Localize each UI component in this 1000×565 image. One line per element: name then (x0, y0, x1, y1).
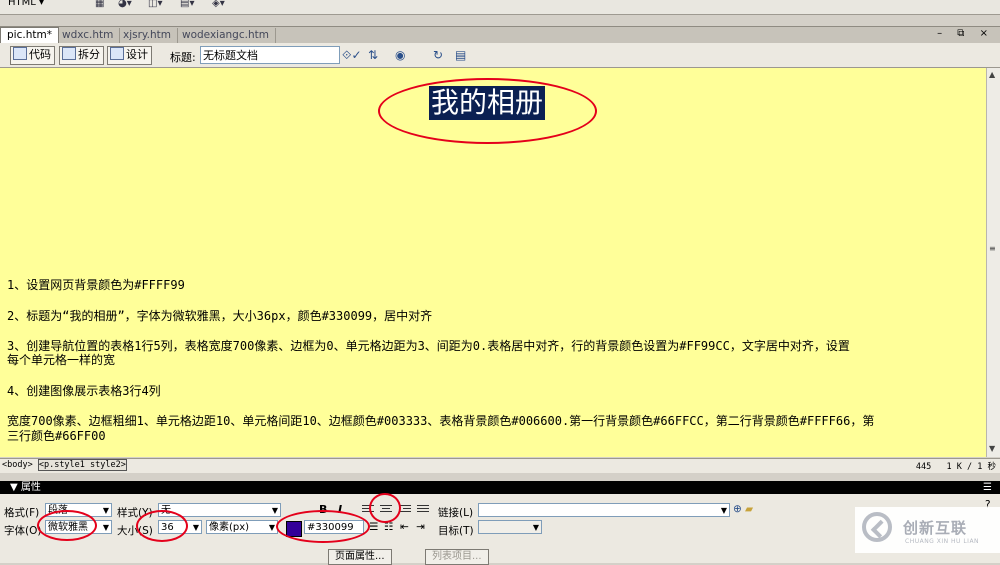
table-icon[interactable]: ▦ (95, 0, 104, 9)
outdent-icon[interactable]: ⇤ (400, 521, 409, 533)
ordered-list-icon[interactable]: ☷ (384, 521, 393, 533)
chevron-down-icon: ▼ (532, 523, 539, 532)
chevron-down-icon: ▼ (268, 523, 275, 532)
target-label: 目标(T) (438, 525, 474, 537)
instruction-line-1: 1、设置网页背景颜色为#FFFF99 (7, 278, 185, 292)
scroll-grip-icon[interactable]: ≡ (989, 244, 996, 253)
split-view-button[interactable]: 拆分 (59, 46, 104, 65)
properties-panel-header[interactable]: ▼ 属性 ☰ (0, 481, 1000, 494)
watermark: 创新互联 CHUANG XIN HU LIAN (855, 507, 1000, 553)
instruction-line-2: 2、标题为“我的相册”，字体为微软雅黑，大小36px，颜色#330099，居中对… (7, 309, 433, 323)
tab-wdxc[interactable]: wdxc.htm (56, 28, 121, 43)
color-value: #330099 (307, 522, 354, 533)
chevron-down-icon: ▼ (192, 523, 199, 532)
watermark-logo-icon (862, 512, 892, 542)
properties-title: ▼ 属性 (10, 482, 41, 493)
code-view-icon (13, 47, 27, 60)
instruction-line-5: 宽度700像素、边框粗细1、单元格边距10、单元格间距10、边框颜色#00333… (7, 414, 875, 428)
insert-icon[interactable]: ◕▾ (118, 0, 132, 9)
size-value: 36 (161, 522, 174, 533)
design-view-label: 设计 (126, 48, 148, 61)
page-heading[interactable]: 我的相册 (429, 86, 546, 120)
layout-icon[interactable]: ◫▾ (148, 0, 162, 9)
tab-pic[interactable]: pic.htm* (0, 27, 59, 43)
watermark-text: 创新互联 (903, 519, 968, 537)
file-transfer-icon[interactable]: ⇅ (368, 48, 378, 62)
style-select[interactable]: 无 ▼ (158, 503, 281, 517)
point-to-file-icon[interactable]: ⊕ (733, 503, 742, 515)
browser-preview-icon[interactable]: ◉ (395, 48, 405, 62)
align-right-icon[interactable] (399, 505, 411, 515)
font-value: 微软雅黑 (48, 522, 88, 533)
instruction-line-4: 4、创建图像展示表格3行4列 (7, 384, 161, 398)
status-bar: <body> <p.style1 style2> 445 1 K / 1 秒 (0, 458, 1000, 473)
chevron-down-icon: ▼ (102, 506, 109, 515)
color-input[interactable]: #330099 (304, 520, 364, 534)
design-view-icon (110, 47, 124, 60)
split-view-icon (62, 47, 76, 60)
tag-body[interactable]: <body> (2, 460, 33, 470)
format-select[interactable]: 段落 ▼ (45, 503, 112, 517)
format-value: 段落 (48, 505, 68, 516)
align-left-icon[interactable] (362, 505, 374, 515)
align-center-icon[interactable] (380, 505, 392, 515)
folder-icon[interactable]: ▰ (745, 503, 753, 515)
unit-select[interactable]: 像素(px) ▼ (206, 520, 278, 534)
split-view-label: 拆分 (78, 48, 100, 61)
tag-selected[interactable]: <p.style1 style2> (37, 459, 127, 471)
title-label: 标题: (170, 51, 196, 64)
bold-button[interactable]: B (319, 503, 327, 516)
chevron-down-icon: ▼ (720, 506, 727, 515)
design-view-button[interactable]: 设计 (107, 46, 152, 65)
title-input[interactable] (200, 46, 340, 64)
chevron-down-icon: ▼ (102, 523, 109, 532)
download-size: 1 K / 1 秒 (946, 462, 996, 472)
size-label: 大小(S) (117, 525, 153, 537)
vertical-scrollbar[interactable]: ▲ ≡ ▼ (986, 68, 1000, 457)
instruction-line-3b: 每个单元格一样的宽 (7, 353, 116, 367)
unordered-list-icon[interactable]: ☰ (369, 521, 378, 533)
refresh-icon[interactable]: ↻ (433, 48, 443, 62)
format-label: 格式(F) (4, 507, 40, 519)
color-swatch[interactable] (286, 521, 302, 537)
html-mode-menu[interactable]: HTML ▾ (8, 0, 44, 8)
scroll-down-icon[interactable]: ▼ (989, 444, 995, 453)
align-justify-icon[interactable] (417, 505, 429, 515)
instruction-line-3: 3、创建导航位置的表格1行5列，表格宽度700像素、边框为0、单元格边距为3、间… (7, 339, 850, 353)
panel-menu-icon[interactable]: ☰ (983, 481, 992, 494)
font-label: 字体(O) (4, 525, 42, 537)
scroll-up-icon[interactable]: ▲ (989, 70, 995, 79)
style-label: 样式(Y) (117, 507, 153, 519)
forms-icon[interactable]: ▤▾ (180, 0, 194, 9)
tab-wodexiangc[interactable]: wodexiangc.htm (176, 28, 276, 43)
font-select[interactable]: 微软雅黑 ▼ (45, 520, 112, 534)
link-input[interactable]: ▼ (478, 503, 730, 517)
code-view-button[interactable]: 代码 (10, 46, 55, 65)
chevron-down-icon: ▼ (271, 506, 278, 515)
unit-value: 像素(px) (209, 522, 250, 533)
indent-icon[interactable]: ⇥ (416, 521, 425, 533)
tag-selector: <body> <p.style1 style2> (2, 459, 127, 471)
document-tabs: pic.htm* wdxc.htm xjsry.htm wodexiangc.h… (0, 26, 1000, 43)
style-value: 无 (161, 505, 171, 516)
app-toolbar: HTML ▾ ▦ ◕▾ ◫▾ ▤▾ ◈▾ (0, 0, 1000, 15)
assets-icon[interactable]: ◈▾ (212, 0, 225, 9)
validate-icon[interactable]: ⟐✓ (342, 48, 362, 63)
window-controls[interactable]: – ⧉ × (937, 28, 994, 39)
target-select[interactable]: ▼ (478, 520, 542, 534)
status-info: 445 1 K / 1 秒 (916, 460, 996, 472)
document-toolbar: 代码 拆分 设计 标题: ⟐✓ ⇅ ◉ ↻ ▤ (0, 43, 1000, 68)
tab-xjsry[interactable]: xjsry.htm (117, 28, 178, 43)
design-canvas[interactable]: 我的相册 1、设置网页背景颜色为#FFFF99 2、标题为“我的相册”，字体为微… (0, 68, 986, 457)
instruction-line-5b: 三行颜色#66FF00 (7, 429, 106, 443)
watermark-subtext: CHUANG XIN HU LIAN (905, 538, 980, 545)
window-size[interactable]: 445 (916, 462, 931, 472)
link-label: 链接(L) (438, 507, 474, 519)
view-options-icon[interactable]: ▤ (455, 48, 466, 62)
code-view-label: 代码 (29, 48, 51, 61)
size-select[interactable]: 36 ▼ (158, 520, 202, 534)
italic-button[interactable]: I (338, 503, 342, 516)
